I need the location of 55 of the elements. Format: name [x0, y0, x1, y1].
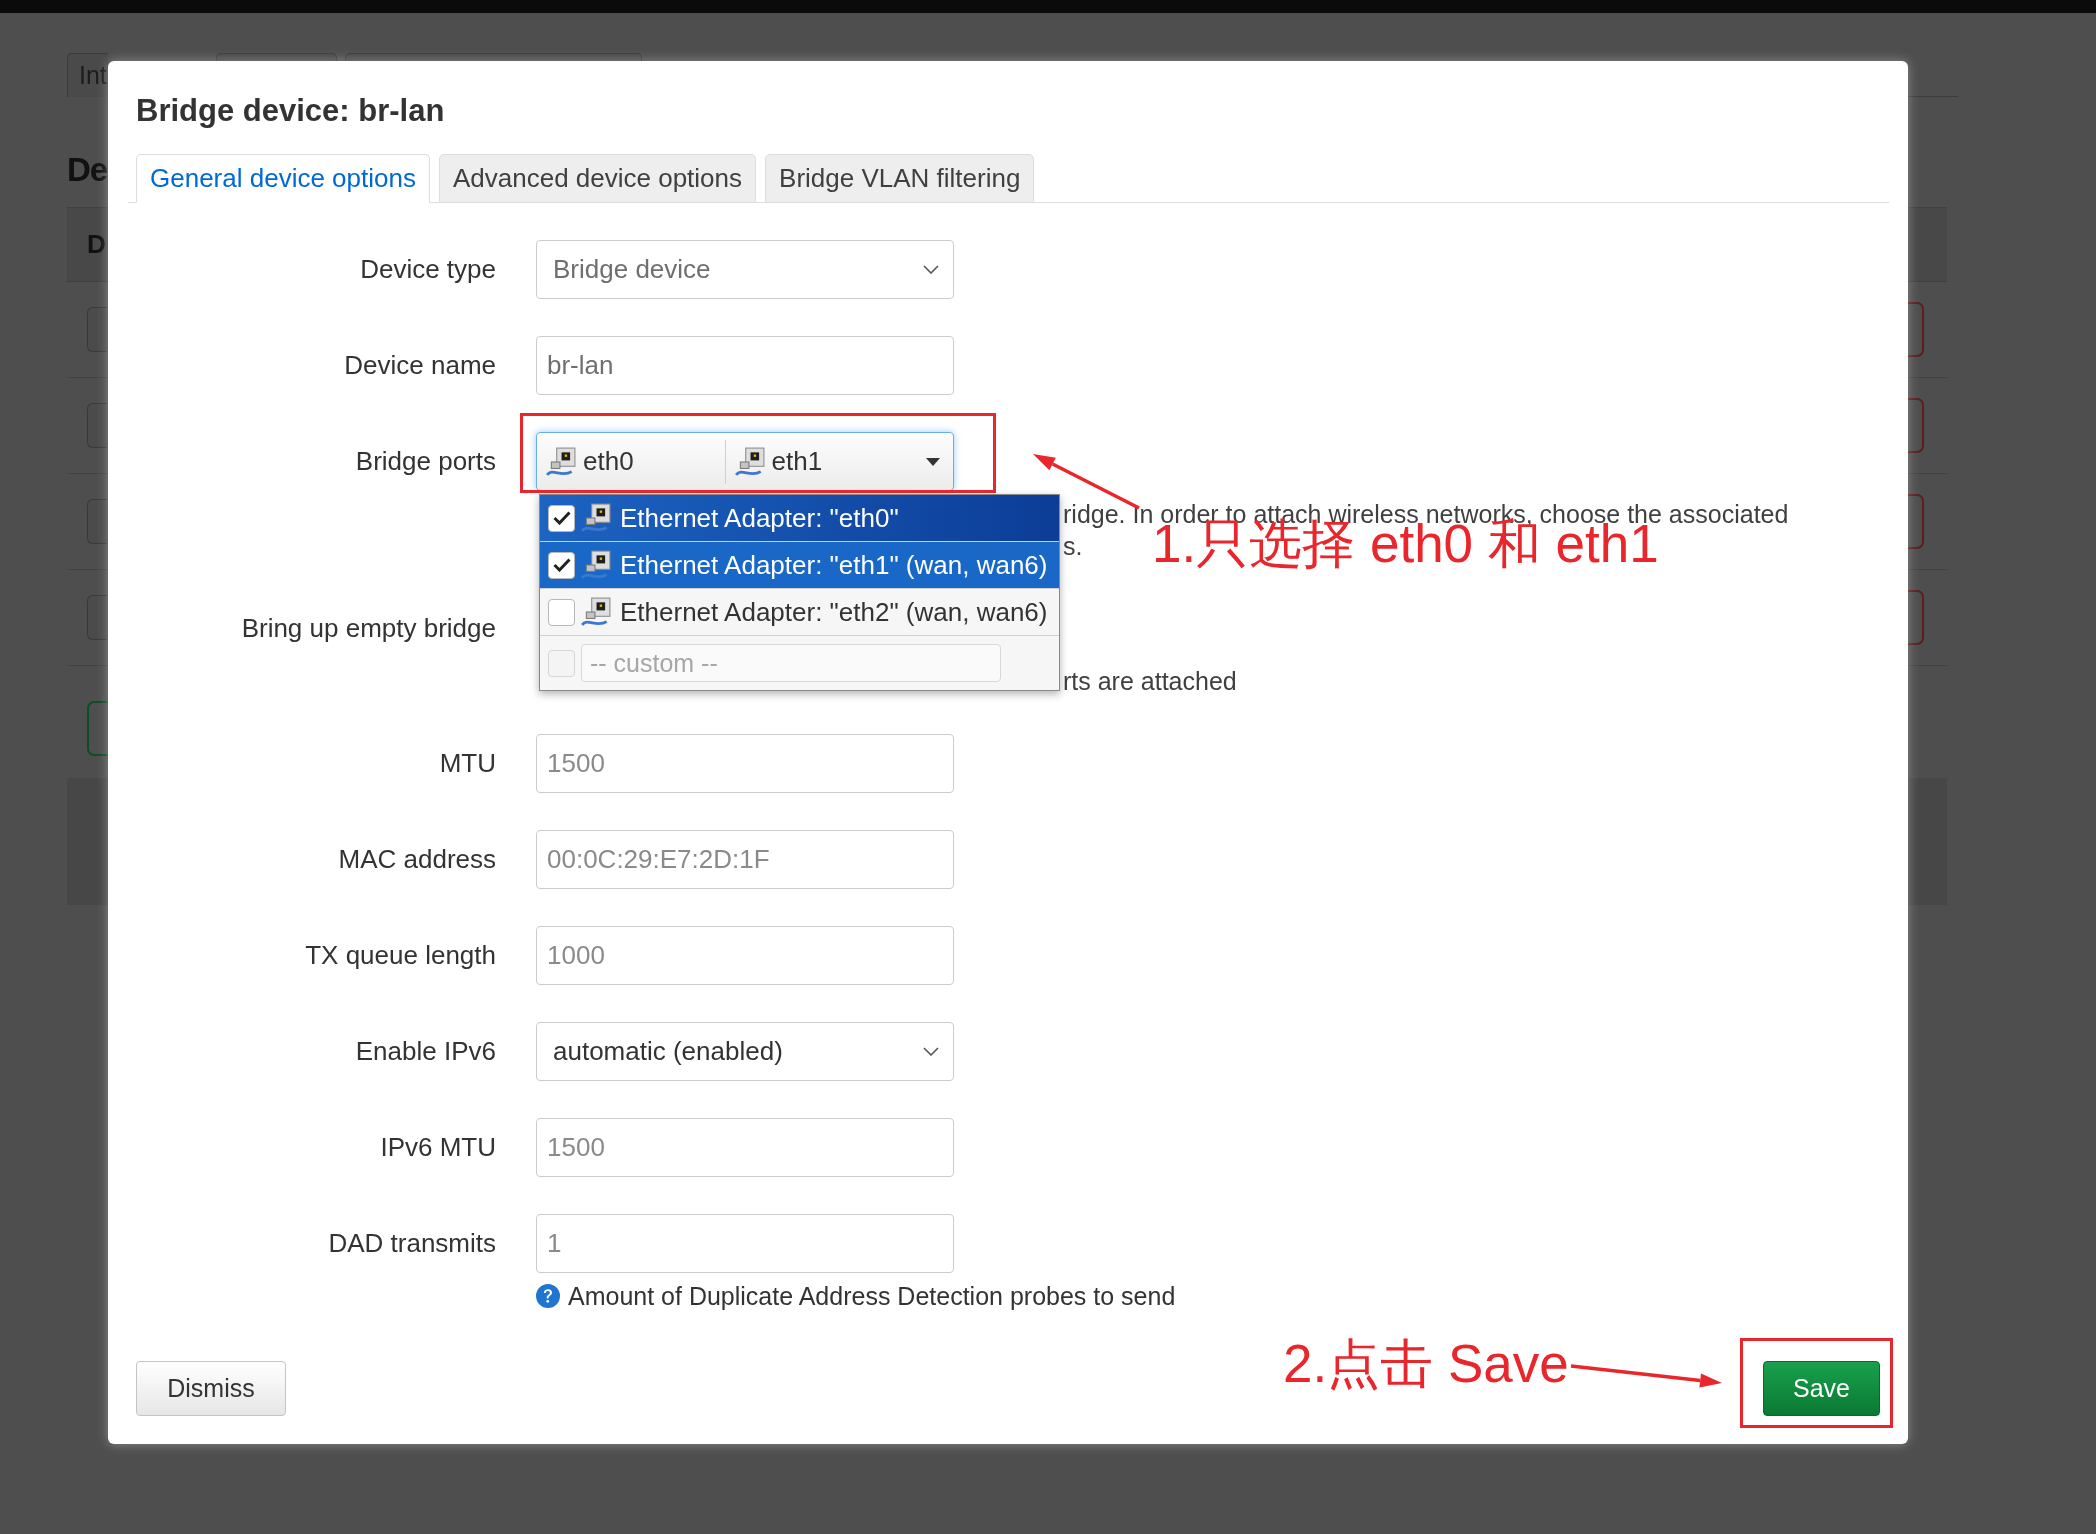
dropdown-option[interactable]: Ethernet Adapter: "eth2" (wan, wan6) — [540, 589, 1059, 636]
checkbox[interactable] — [548, 551, 575, 579]
dropdown-option[interactable]: Ethernet Adapter: "eth0" — [540, 495, 1059, 542]
field-label: Bring up empty bridge — [241, 613, 496, 644]
field-label: DAD transmits — [328, 1228, 496, 1259]
select-field[interactable]: automatic (enabled) — [536, 1022, 954, 1081]
text-field[interactable]: 1500 — [536, 1118, 954, 1177]
chevron-down-icon — [923, 265, 939, 274]
save-button[interactable]: Save — [1763, 1361, 1880, 1416]
text-field[interactable]: 1500 — [536, 734, 954, 793]
ethernet-port-icon — [581, 503, 611, 533]
field-label: Bridge ports — [355, 446, 496, 477]
port-label: eth1 — [771, 446, 823, 477]
field-label: Device name — [344, 350, 496, 381]
text-field[interactable]: 1000 — [536, 926, 954, 985]
field-label: MTU — [439, 748, 496, 779]
field-label: Enable IPv6 — [355, 1036, 496, 1067]
field-label: IPv6 MTU — [380, 1132, 496, 1163]
description-text: s. — [1063, 531, 1083, 562]
port-label: eth0 — [583, 446, 634, 477]
help-icon — [536, 1284, 560, 1308]
ethernet-port-icon — [581, 550, 611, 580]
field-label: TX queue length — [305, 940, 496, 971]
ethernet-port-icon — [581, 597, 611, 627]
checkmark-icon — [552, 558, 571, 572]
checkmark-icon — [552, 511, 571, 525]
checkbox[interactable] — [548, 504, 575, 532]
ethernet-port-icon — [546, 446, 576, 477]
tab[interactable]: General device options — [136, 154, 430, 203]
caret-icon — [926, 457, 940, 466]
dialog-title: Bridge device: br-lan — [136, 92, 445, 129]
field-label: Device type — [360, 254, 496, 285]
ethernet-port-icon — [734, 446, 765, 477]
icon-button[interactable] — [87, 307, 107, 352]
description-text: rts are attached — [1063, 666, 1237, 697]
icon-button[interactable] — [87, 403, 107, 448]
chevron-down-icon — [923, 1047, 939, 1056]
custom-input[interactable]: -- custom -- — [581, 644, 1001, 682]
dropdown-option[interactable]: Ethernet Adapter: "eth1" (wan, wan6) — [540, 542, 1059, 589]
checkbox[interactable] — [548, 598, 575, 626]
dismiss-button[interactable]: Dismiss — [136, 1361, 286, 1416]
help-text: Amount of Duplicate Address Detection probes to send — [568, 1281, 1176, 1312]
tab[interactable] — [216, 53, 337, 61]
text-field[interactable]: 1 — [536, 1214, 954, 1273]
icon-button[interactable] — [87, 499, 107, 544]
tab[interactable]: Bridge VLAN filtering — [765, 154, 1035, 203]
annotation-text: 2.点击 Save — [1283, 1337, 1569, 1390]
checkbox[interactable] — [548, 649, 575, 677]
tab[interactable]: Advanced device options — [438, 154, 757, 203]
icon-button[interactable] — [87, 595, 107, 640]
field-label: MAC address — [338, 844, 496, 875]
multi-select-field[interactable]: eth0 eth1 — [536, 432, 954, 491]
page-heading: De — [67, 150, 108, 190]
text-field[interactable]: 00:0C:29:E7:2D:1F — [536, 830, 954, 889]
tab[interactable] — [345, 53, 642, 61]
